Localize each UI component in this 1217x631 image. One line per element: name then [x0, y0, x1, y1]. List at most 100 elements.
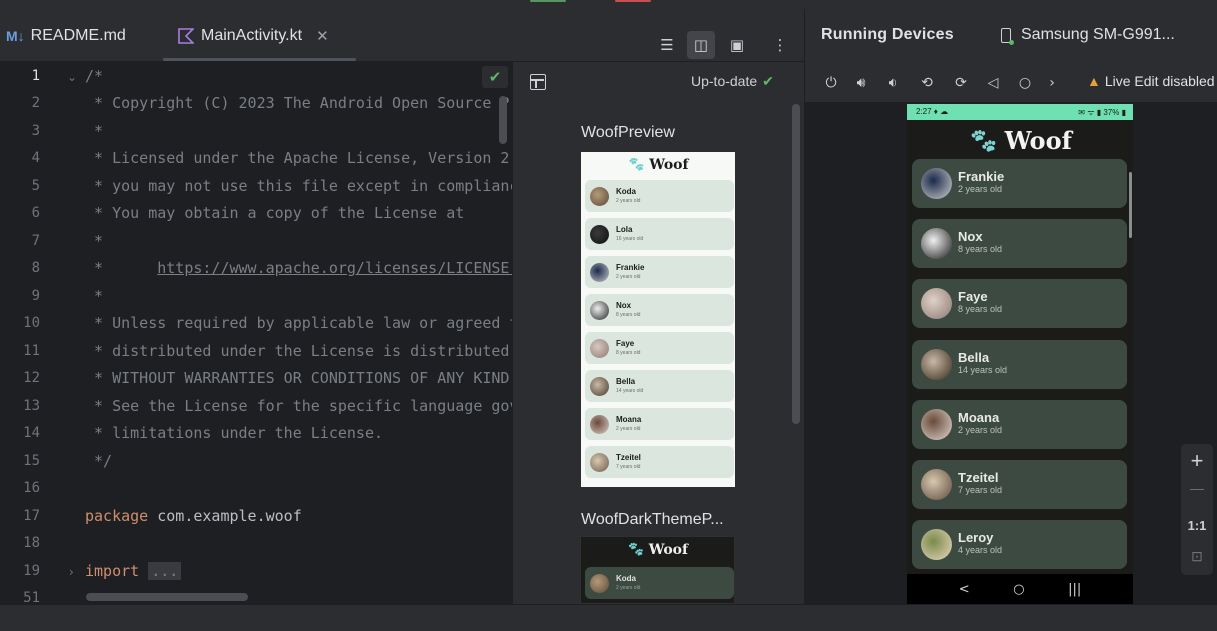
line-number: 11	[23, 343, 40, 359]
code-line: * Unless required by applicable law or a…	[94, 314, 512, 332]
zoom-actual-size-button[interactable]: 1:1	[1181, 518, 1213, 533]
dog-card[interactable]: Frankie 2 years old	[912, 159, 1127, 208]
volume-up-icon[interactable]: 🔊︎	[851, 73, 871, 93]
zoom-fit-icon[interactable]: ⊡	[1181, 548, 1213, 565]
rotate-right-icon[interactable]: ⟳	[951, 73, 971, 93]
line-number: 3	[31, 123, 40, 139]
preview-status-label: Up-to-date	[691, 73, 758, 89]
live-edit-status[interactable]: ▲ Live Edit disabled	[1087, 73, 1215, 89]
line-number: 17	[23, 508, 40, 524]
woof-preview-light[interactable]: 🐾︎ Woof Koda 2 years old Lola 16 years old Fr…	[581, 152, 735, 487]
line-number: 6	[31, 205, 40, 221]
dog-name: Faye	[958, 289, 988, 305]
app-title-text: Woof	[1004, 125, 1072, 155]
dog-age: 8 years old	[616, 350, 641, 356]
code-line: * See the License for the specific langu…	[94, 397, 512, 415]
dog-card[interactable]: Bella 14 years old	[912, 339, 1127, 389]
warning-icon: ▲	[1087, 73, 1101, 89]
dog-age: 2 years old	[958, 184, 1003, 194]
dog-card[interactable]: Tzeitel 7 years old	[912, 460, 1127, 509]
editor-horizontal-scrollbar[interactable]	[86, 593, 248, 601]
power-icon[interactable]: ⏻	[821, 73, 841, 93]
editor-vertical-scrollbar[interactable]	[499, 96, 507, 144]
fold-expand-icon[interactable]: ›	[69, 565, 74, 579]
design-view-icon[interactable]: ▣	[723, 31, 751, 59]
dog-age: 2 years old	[958, 424, 1003, 435]
paw-icon: 🐾︎	[968, 125, 999, 155]
zoom-in-button[interactable]: +	[1181, 448, 1213, 474]
dog-card[interactable]: Moana 2 years old	[912, 399, 1127, 449]
line-number: 8	[31, 260, 40, 276]
volume-down-icon[interactable]: 🔉︎	[883, 73, 903, 93]
line-number: 19	[23, 563, 40, 579]
rotate-left-icon[interactable]: ⟲	[917, 73, 937, 93]
dog-name: Frankie	[958, 169, 1005, 184]
code-line-package: package com.example.woof	[85, 503, 302, 530]
mini-dog-card: Koda 2 years old	[585, 567, 734, 599]
dog-age: 4 years old	[958, 545, 1003, 556]
mini-dog-card: Moana 2 years old	[585, 408, 734, 440]
split-view-icon[interactable]: ◫	[687, 31, 715, 59]
line-number: 1	[31, 68, 40, 84]
grid-layout-icon[interactable]	[530, 74, 546, 90]
device-screen[interactable]: 2:27 ♦ ☁ ✉ ᯤ ▮ 37% ▮ 🐾︎ Woof Frankie 2 yea…	[907, 104, 1133, 604]
phone-icon	[1001, 27, 1014, 45]
code-line: * limitations under the License.	[85, 424, 384, 442]
dog-card[interactable]: Nox 8 years old	[912, 219, 1127, 269]
code-view-icon[interactable]: ☰	[653, 31, 681, 59]
overview-icon[interactable]: ›	[1042, 73, 1062, 93]
device-tab[interactable]: Samsung SM-G991...	[1001, 26, 1175, 45]
ide-status-bar	[0, 604, 1217, 631]
back-icon[interactable]: ◁	[983, 73, 1003, 93]
preview-toolbar: Up-to-date ✔	[513, 62, 805, 102]
dog-age: 8 years old	[616, 312, 641, 318]
tab-mainactivity[interactable]: MainActivity.kt ✕	[178, 9, 329, 62]
line-number: 15	[23, 453, 40, 469]
dog-avatar	[921, 288, 952, 320]
tab-readme-label: README.md	[30, 26, 126, 44]
code-editor[interactable]: /* * Copyright (C) 2023 The Android Open…	[82, 62, 512, 604]
dog-name: Faye	[616, 339, 635, 348]
more-options-icon[interactable]: ⋮	[766, 31, 794, 59]
dog-card[interactable]: Faye 8 years old	[912, 279, 1127, 329]
close-tab-icon[interactable]: ✕	[316, 27, 329, 45]
mini-dog-card: Nox 8 years old	[585, 294, 734, 326]
list-scrollbar[interactable]	[1129, 172, 1132, 238]
code-line: *	[85, 287, 104, 305]
line-number: 18	[23, 535, 40, 551]
code-line: *	[85, 122, 104, 140]
zoom-out-button[interactable]: —	[1181, 480, 1213, 496]
kotlin-file-icon	[178, 27, 194, 44]
import-fold[interactable]: ...	[148, 562, 182, 580]
stop-indicator	[615, 0, 651, 2]
code-line: * distributed under the License is distr…	[94, 342, 510, 360]
fold-collapse-icon[interactable]: ⌄	[67, 70, 77, 84]
title-strip	[0, 0, 1217, 9]
dog-avatar	[921, 408, 952, 440]
nav-home-button[interactable]: ○	[1013, 582, 1024, 597]
code-line: * You may obtain a copy of the License a…	[85, 204, 465, 222]
license-link[interactable]: https://www.apache.org/licenses/LICENSE-…	[157, 259, 512, 277]
dog-age: 7 years old	[616, 464, 641, 470]
dog-avatar	[590, 415, 609, 434]
dog-card[interactable]: Leroy 4 years old	[912, 520, 1127, 570]
app-title: 🐾︎ Woof	[907, 122, 1133, 158]
inspection-ok-icon[interactable]: ✔	[482, 66, 508, 88]
home-icon[interactable]: ○	[1015, 73, 1035, 93]
tab-readme[interactable]: M↓ README.md	[6, 9, 126, 62]
running-devices-title: Running Devices	[821, 26, 954, 43]
woof-preview-dark[interactable]: 🐾︎ Woof Koda 2 years old	[580, 536, 735, 604]
dog-age: 16 years old	[616, 236, 644, 242]
preview-scrollbar[interactable]	[792, 104, 800, 424]
dog-name: Frankie	[616, 263, 645, 272]
nav-back-button[interactable]: <	[959, 582, 970, 597]
zoom-controls: + — 1:1 ⊡	[1181, 444, 1213, 575]
dog-age: 7 years old	[958, 485, 1003, 495]
code-line: */	[85, 452, 113, 470]
status-icons: ✉ ᯤ ▮ 37% ▮	[1078, 108, 1126, 117]
markdown-icon: M↓	[6, 27, 25, 44]
mini-dog-card: Tzeitel 7 years old	[585, 446, 734, 478]
mini-dog-card: Lola 16 years old	[585, 218, 734, 250]
mini-title-text: Woof	[649, 157, 689, 173]
nav-recents-button[interactable]: |||	[1068, 582, 1081, 597]
